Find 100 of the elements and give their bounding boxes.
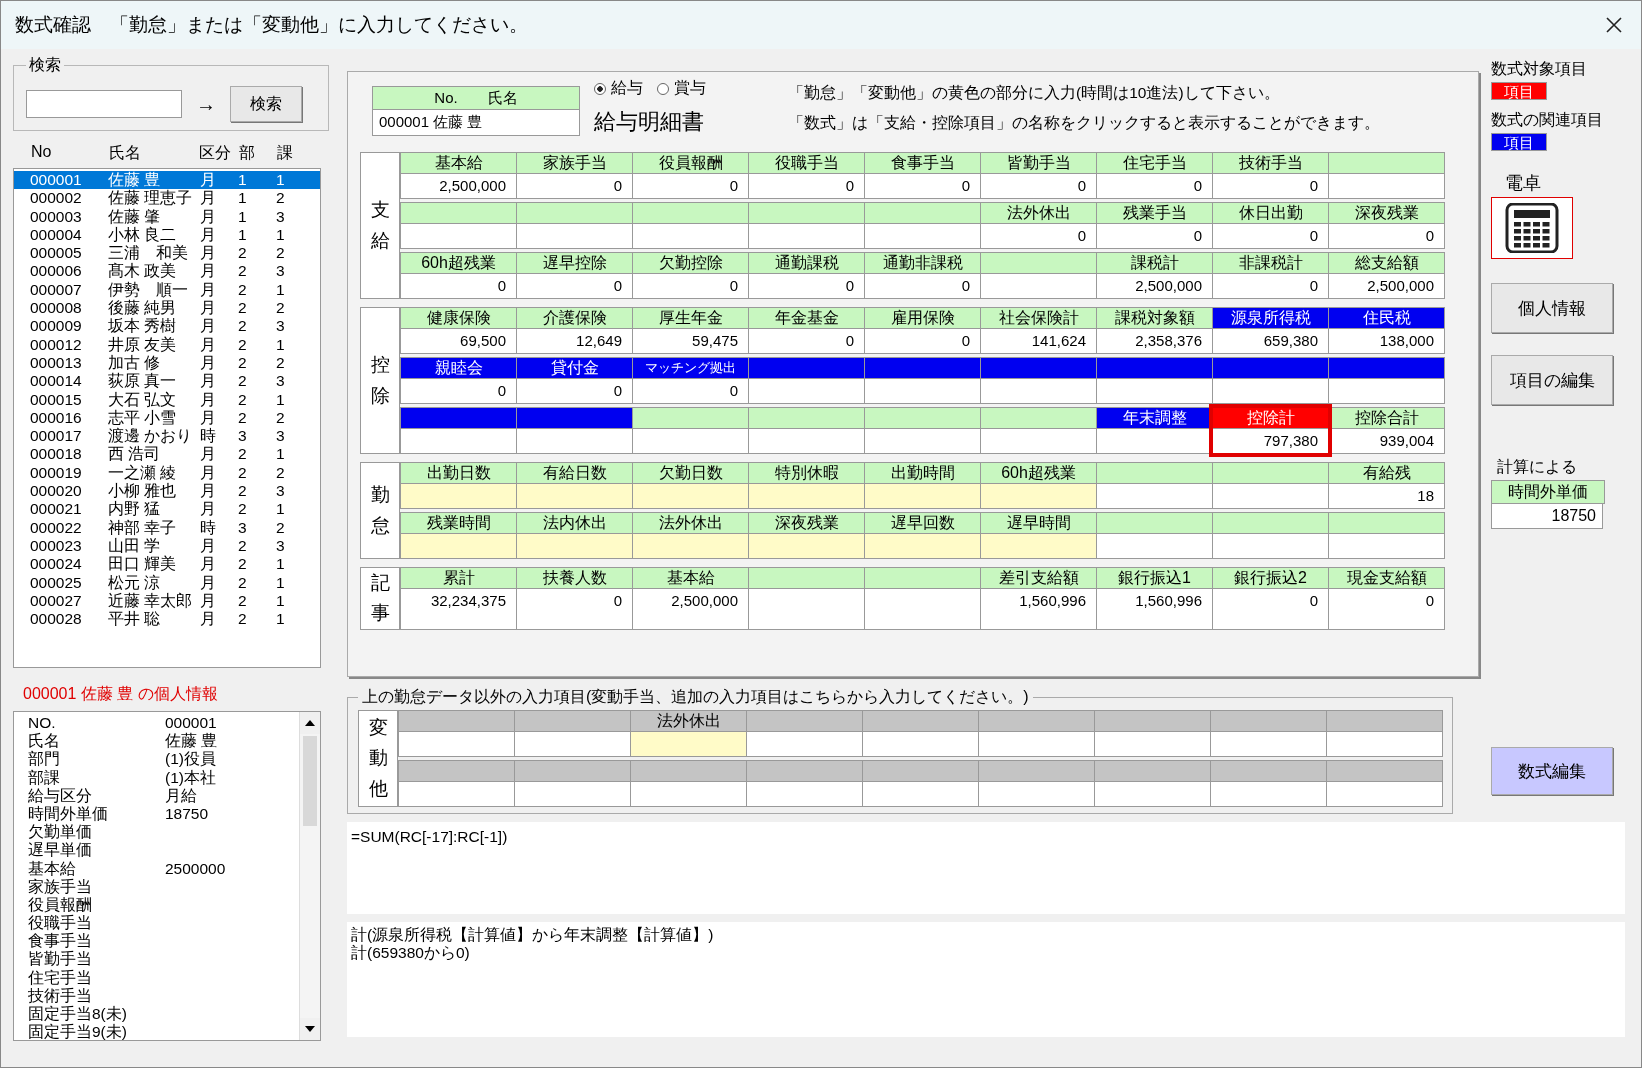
item-header[interactable] xyxy=(1213,358,1328,379)
item-header[interactable]: 役職手当 xyxy=(749,153,864,174)
item-header[interactable]: 非課税計 xyxy=(1213,253,1328,274)
item-header[interactable]: 遅早回数 xyxy=(865,513,980,534)
item-header[interactable]: 食事手当 xyxy=(865,153,980,174)
search-field[interactable] xyxy=(26,90,182,118)
item-header[interactable] xyxy=(981,358,1096,379)
employee-row[interactable]: 000001 佐藤 豊 月 1 1 xyxy=(14,171,320,190)
item-header[interactable]: 法内休出 xyxy=(517,513,632,534)
item-header[interactable]: 現金支給額 xyxy=(1329,568,1444,589)
employee-row[interactable]: 000016 志平 小雪 月 2 2 xyxy=(14,408,320,428)
item-header[interactable] xyxy=(1329,153,1444,174)
calculator-button[interactable] xyxy=(1491,197,1573,259)
value-field[interactable] xyxy=(401,534,516,558)
item-header[interactable]: 銀行振込1 xyxy=(1097,568,1212,589)
item-header[interactable]: 遅早控除 xyxy=(517,253,632,274)
item-header[interactable] xyxy=(1097,513,1212,534)
item-header[interactable]: 基本給 xyxy=(401,153,516,174)
value-field[interactable] xyxy=(517,534,632,558)
item-header[interactable]: 有給残 xyxy=(1329,463,1444,484)
item-header[interactable] xyxy=(1213,513,1328,534)
item-header[interactable] xyxy=(1213,463,1328,484)
item-header[interactable]: 深夜残業 xyxy=(749,513,864,534)
employee-row[interactable]: 000019 一之瀬 綾 月 2 2 xyxy=(14,463,320,483)
item-header[interactable] xyxy=(749,358,864,379)
employee-row[interactable]: 000027 近藤 幸太郎 月 2 1 xyxy=(14,591,320,611)
item-header[interactable] xyxy=(865,203,980,224)
employee-row[interactable]: 000006 髙木 政美 月 2 3 xyxy=(14,262,320,281)
search-button[interactable]: 検索 xyxy=(230,86,302,122)
employee-row[interactable]: 000023 山田 学 月 2 3 xyxy=(14,536,320,556)
item-header[interactable]: 源泉所得税 xyxy=(1213,308,1328,329)
item-header[interactable]: 住宅手当 xyxy=(1097,153,1212,174)
item-header[interactable] xyxy=(865,568,980,589)
item-header[interactable]: 控除計 xyxy=(1213,408,1328,429)
employee-row[interactable]: 000024 田口 輝美 月 2 1 xyxy=(14,555,320,574)
employee-row[interactable]: 000004 小林 良二 月 1 1 xyxy=(14,225,320,245)
close-icon[interactable] xyxy=(1605,16,1623,34)
edit-items-button[interactable]: 項目の編集 xyxy=(1491,355,1613,405)
item-header[interactable] xyxy=(1097,463,1212,484)
formula-field[interactable]: =SUM(RC[-17]:RC[-1]) xyxy=(347,822,1625,914)
scroll-up-button[interactable] xyxy=(300,712,320,734)
item-header[interactable]: 皆勤手当 xyxy=(981,153,1096,174)
employee-row[interactable]: 000002 佐藤 理恵子 月 1 2 xyxy=(14,189,320,208)
scroll-thumb[interactable] xyxy=(303,736,317,826)
scrollbar[interactable] xyxy=(299,712,320,1040)
item-header[interactable] xyxy=(517,203,632,224)
item-header[interactable]: 社会保険計 xyxy=(981,308,1096,329)
employee-row[interactable]: 000007 伊勢 順一 月 2 1 xyxy=(14,280,320,300)
item-header[interactable]: 技術手当 xyxy=(1213,153,1328,174)
item-header[interactable]: 遅早時間 xyxy=(981,513,1096,534)
item-header[interactable]: 扶養人数 xyxy=(517,568,632,589)
item-header[interactable] xyxy=(1097,358,1212,379)
item-header[interactable] xyxy=(1329,358,1444,379)
employee-row[interactable]: 000020 小柳 雅也 月 2 3 xyxy=(14,482,320,501)
item-header[interactable]: 銀行振込2 xyxy=(1213,568,1328,589)
item-header[interactable] xyxy=(865,358,980,379)
value-field[interactable] xyxy=(749,484,864,508)
value-field[interactable] xyxy=(865,484,980,508)
employee-row[interactable]: 000017 渡邊 かおり 時 3 3 xyxy=(14,427,320,446)
item-header[interactable]: 課税計 xyxy=(1097,253,1212,274)
item-header[interactable]: 家族手当 xyxy=(517,153,632,174)
item-header[interactable]: 控除合計 xyxy=(1329,408,1444,429)
item-header[interactable]: 欠勤日数 xyxy=(633,463,748,484)
item-header[interactable]: 通勤課税 xyxy=(749,253,864,274)
item-header[interactable]: 雇用保険 xyxy=(865,308,980,329)
item-header[interactable]: 法外休出 xyxy=(981,203,1096,224)
item-header[interactable] xyxy=(401,203,516,224)
edit-formula-button[interactable]: 数式編集 xyxy=(1491,747,1613,795)
employee-row[interactable]: 000003 佐藤 肇 月 1 3 xyxy=(14,207,320,226)
value-field[interactable] xyxy=(633,484,748,508)
item-header[interactable] xyxy=(517,408,632,429)
item-header[interactable]: 法外休出 xyxy=(633,513,748,534)
employee-row[interactable]: 000013 加古 修 月 2 2 xyxy=(14,353,320,373)
item-header[interactable]: 出勤時間 xyxy=(865,463,980,484)
employee-row[interactable]: 000008 後藤 純男 月 2 2 xyxy=(14,299,320,318)
value-field[interactable] xyxy=(633,534,748,558)
item-header[interactable]: 健康保険 xyxy=(401,308,516,329)
value-field[interactable] xyxy=(401,484,516,508)
item-header[interactable]: 通勤非課税 xyxy=(865,253,980,274)
radio-option[interactable]: 賞与 xyxy=(657,78,706,99)
value-field[interactable] xyxy=(981,484,1096,508)
item-header[interactable]: 年末調整 xyxy=(1097,408,1212,429)
employee-row[interactable]: 000022 神部 幸子 時 3 2 xyxy=(14,518,320,537)
value-field[interactable] xyxy=(865,534,980,558)
item-header[interactable]: 介護保険 xyxy=(517,308,632,329)
item-header[interactable] xyxy=(749,408,864,429)
employee-row[interactable]: 000012 井原 友美 月 2 1 xyxy=(14,335,320,354)
item-header[interactable]: 深夜残業 xyxy=(1329,203,1444,224)
item-header[interactable]: 貸付金 xyxy=(517,358,632,379)
item-header[interactable]: 親睦会 xyxy=(401,358,516,379)
item-header[interactable]: 出勤日数 xyxy=(401,463,516,484)
item-header[interactable]: 住民税 xyxy=(1329,308,1444,329)
item-header[interactable] xyxy=(1329,513,1444,534)
item-header[interactable]: 年金基金 xyxy=(749,308,864,329)
personal-info-button[interactable]: 個人情報 xyxy=(1491,283,1613,333)
item-header[interactable]: 休日出勤 xyxy=(1213,203,1328,224)
employee-row[interactable]: 000005 三浦 和美 月 2 2 xyxy=(14,244,320,263)
item-header[interactable]: 特別休暇 xyxy=(749,463,864,484)
item-header[interactable]: 有給日数 xyxy=(517,463,632,484)
item-header[interactable]: 残業手当 xyxy=(1097,203,1212,224)
